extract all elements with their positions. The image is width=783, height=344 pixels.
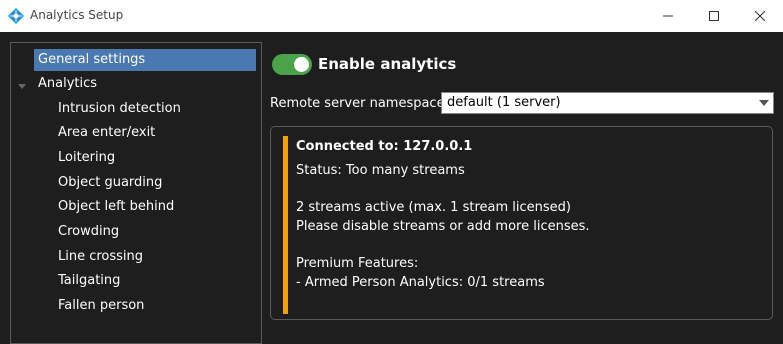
enable-analytics-toggle[interactable] bbox=[272, 54, 312, 75]
tree-item-label: General settings bbox=[38, 52, 146, 67]
namespace-select[interactable]: default (1 server) bbox=[441, 92, 774, 114]
advice-text: Please disable streams or add more licen… bbox=[296, 219, 590, 234]
app-logo-icon bbox=[8, 8, 24, 24]
tree-item-label: Analytics bbox=[38, 76, 98, 91]
tree-item-object-guarding[interactable]: Object guarding bbox=[58, 172, 162, 194]
enable-analytics-label: Enable analytics bbox=[318, 55, 457, 73]
maximize-button[interactable] bbox=[691, 0, 737, 32]
warning-indicator-bar bbox=[283, 136, 288, 314]
chevron-down-icon bbox=[759, 100, 769, 106]
premium-features-heading: Premium Features: bbox=[296, 256, 419, 271]
tree-item-label: Line crossing bbox=[58, 249, 144, 264]
close-icon bbox=[755, 11, 765, 21]
connected-to-text: Connected to: 127.0.0.1 bbox=[296, 139, 473, 154]
tree-item-label: Intrusion detection bbox=[58, 101, 181, 116]
tree-item-loitering[interactable]: Loitering bbox=[58, 147, 115, 169]
tree-item-area-enter-exit[interactable]: Area enter/exit bbox=[58, 122, 155, 144]
minimize-button[interactable] bbox=[645, 0, 691, 32]
namespace-value: default (1 server) bbox=[447, 95, 561, 110]
tree-item-analytics[interactable]: Analytics bbox=[38, 73, 97, 95]
tree-item-label: Area enter/exit bbox=[58, 125, 156, 140]
tree-item-label: Tailgating bbox=[58, 273, 121, 288]
tree-item-tailgating[interactable]: Tailgating bbox=[58, 270, 120, 292]
tree-item-intrusion-detection[interactable]: Intrusion detection bbox=[58, 98, 181, 120]
namespace-label: Remote server namespace bbox=[270, 96, 445, 111]
tree-item-general-settings[interactable]: General settings bbox=[34, 49, 256, 71]
tree-item-line-crossing[interactable]: Line crossing bbox=[58, 246, 143, 268]
tree-item-label: Loitering bbox=[58, 150, 116, 165]
expand-arrow-icon[interactable] bbox=[17, 81, 27, 91]
maximize-icon bbox=[709, 11, 719, 21]
streams-active-text: 2 streams active (max. 1 stream licensed… bbox=[296, 200, 571, 215]
window-title: Analytics Setup bbox=[30, 8, 124, 22]
close-button[interactable] bbox=[737, 0, 783, 32]
tree-item-label: Object guarding bbox=[58, 175, 163, 190]
tree-item-label: Fallen person bbox=[58, 298, 145, 313]
tree-item-fallen-person[interactable]: Fallen person bbox=[58, 295, 144, 317]
tree-item-label: Object left behind bbox=[58, 199, 175, 214]
minimize-icon bbox=[663, 15, 673, 17]
toggle-knob bbox=[294, 57, 309, 72]
tree-item-label: Crowding bbox=[58, 224, 120, 239]
tree-item-object-left-behind[interactable]: Object left behind bbox=[58, 196, 174, 218]
tree-item-crowding[interactable]: Crowding bbox=[58, 221, 119, 243]
title-bar: Analytics Setup bbox=[0, 0, 783, 32]
premium-feature-item: - Armed Person Analytics: 0/1 streams bbox=[296, 275, 545, 290]
status-text: Status: Too many streams bbox=[296, 163, 465, 178]
connection-status-panel: Connected to: 127.0.0.1 Status: Too many… bbox=[270, 126, 773, 320]
settings-tree: General settings Analytics Intrusion det… bbox=[10, 42, 262, 344]
